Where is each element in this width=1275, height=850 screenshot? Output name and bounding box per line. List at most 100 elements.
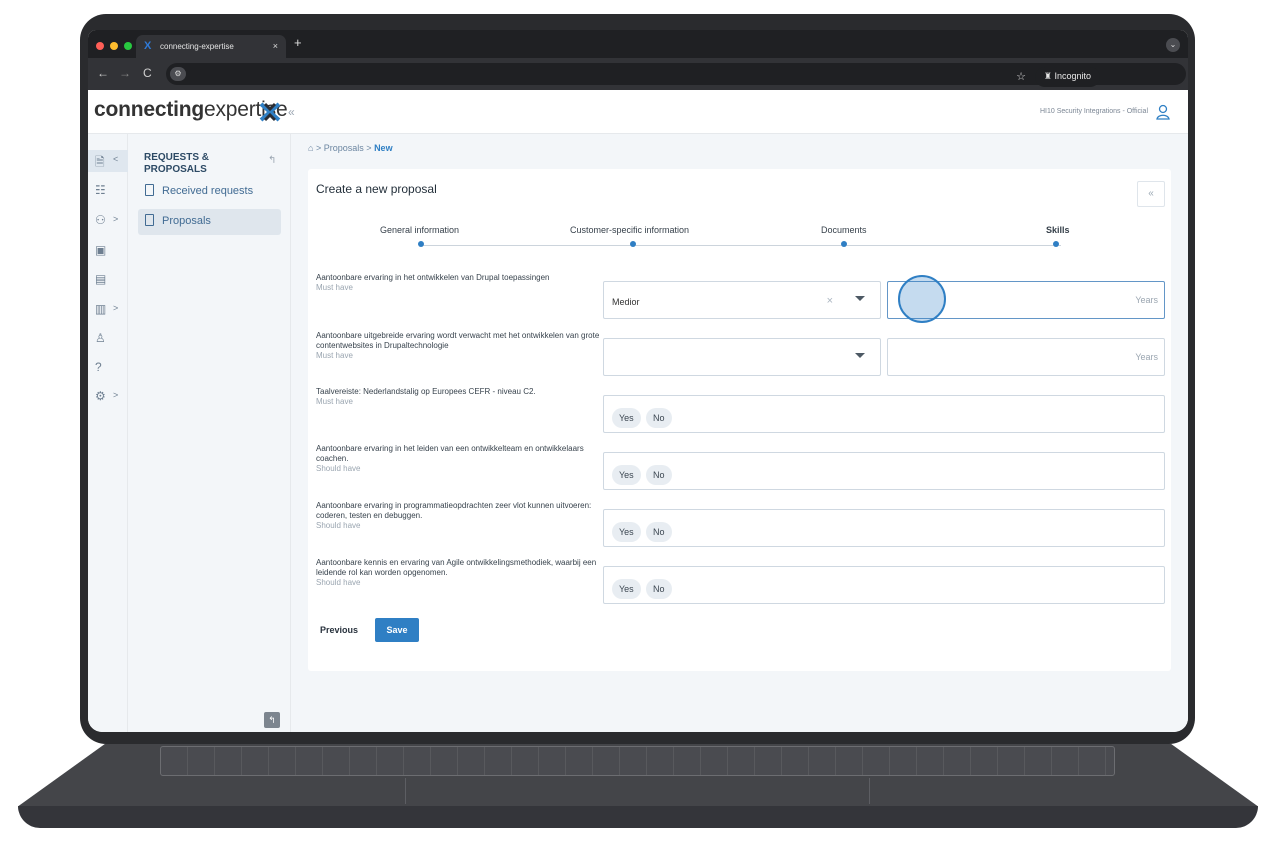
submenu-item-received-requests[interactable]: Received requests: [138, 179, 281, 205]
home-icon[interactable]: ⌂: [308, 143, 313, 153]
step-general-information[interactable]: General information: [380, 225, 459, 235]
step-dot: [418, 241, 424, 247]
submenu-back-icon[interactable]: ↰: [268, 155, 276, 166]
back-button[interactable]: ←: [97, 66, 109, 80]
document-icon: ▤: [95, 272, 107, 286]
yes-button[interactable]: Yes: [612, 465, 641, 485]
skill-question-2: Aantoonbare uitgebreide ervaring wordt v…: [316, 331, 603, 361]
page-title: Create a new proposal: [316, 182, 437, 196]
chevron-down-icon[interactable]: ⌄: [1166, 38, 1180, 52]
submenu-item-proposals[interactable]: Proposals: [138, 209, 281, 235]
close-tab-icon[interactable]: ×: [273, 41, 278, 51]
step-skills[interactable]: Skills: [1046, 225, 1070, 235]
trackpad: [405, 778, 870, 804]
click-indicator: [898, 275, 946, 323]
yes-no-answer: Yes No: [603, 509, 1165, 547]
zoom-window-button[interactable]: [124, 42, 132, 50]
bookmark-star-icon[interactable]: ☆: [1016, 70, 1026, 83]
rail-item-handshake[interactable]: ☷: [88, 180, 128, 202]
document-icon: [145, 214, 154, 226]
breadcrumb-proposals[interactable]: Proposals: [324, 143, 364, 153]
years-placeholder: Years: [1135, 295, 1158, 305]
question-text: Aantoonbare uitgebreide ervaring wordt v…: [316, 331, 600, 350]
user-icon[interactable]: [1156, 104, 1170, 120]
browser-tab-bar: X connecting-expertise × + ⌄: [88, 30, 1188, 58]
chevron-right-icon: >: [113, 390, 119, 400]
breadcrumb: ⌂ > Proposals > New: [308, 143, 393, 153]
skill-question-3: Taalvereiste: Nederlandstalig op Europee…: [316, 387, 603, 407]
rail-item-document[interactable]: ▤: [88, 269, 128, 291]
previous-button[interactable]: Previous: [320, 625, 358, 635]
incognito-indicator[interactable]: ♜ Incognito: [1034, 67, 1100, 87]
reload-button[interactable]: C: [143, 66, 152, 80]
settings-icon: ⚙: [95, 389, 106, 403]
main-navigation-rail: 🗎 < ☷ ⚇ > ▣ ▤ ▥ > ♙ ? ⚙ >: [88, 134, 128, 732]
requests-proposals-submenu: REQUESTS & PROPOSALS ↰ Received requests…: [128, 134, 291, 732]
rail-item-help[interactable]: ?: [88, 357, 128, 379]
skill-question-6: Aantoonbare kennis en ervaring van Agile…: [316, 558, 603, 588]
chevron-left-icon: <: [113, 154, 119, 164]
yes-button[interactable]: Yes: [612, 522, 641, 542]
address-bar[interactable]: ⚙ ☆ ♜ Incognito: [166, 63, 1186, 87]
yes-button[interactable]: Yes: [612, 408, 641, 428]
laptop-front-edge: [18, 806, 1258, 828]
rail-item-report[interactable]: ▥ >: [88, 299, 128, 321]
requirement-level: Must have: [316, 283, 353, 292]
rail-item-people[interactable]: ♙: [88, 328, 128, 350]
experience-level-select[interactable]: Medior ×: [603, 281, 881, 319]
question-text: Aantoonbare ervaring in het ontwikkelen …: [316, 273, 550, 282]
forward-button[interactable]: →: [119, 66, 131, 80]
yes-button[interactable]: Yes: [612, 579, 641, 599]
breadcrumb-separator: >: [366, 143, 372, 153]
report-icon: ▥: [95, 302, 107, 316]
question-text: Taalvereiste: Nederlandstalig op Europee…: [316, 387, 536, 396]
collapse-submenu-icon[interactable]: ↰: [264, 712, 280, 728]
close-window-button[interactable]: [96, 42, 104, 50]
progress-line: [421, 245, 1061, 246]
yes-no-answer: Yes No: [603, 566, 1165, 604]
minimize-window-button[interactable]: [110, 42, 118, 50]
skill-question-1: Aantoonbare ervaring in het ontwikkelen …: [316, 273, 603, 293]
no-button[interactable]: No: [646, 408, 672, 428]
no-button[interactable]: No: [646, 522, 672, 542]
step-dot: [630, 241, 636, 247]
submenu-item-label: Received requests: [162, 185, 254, 197]
selected-value: Medior: [612, 297, 640, 307]
clear-selection-icon[interactable]: ×: [827, 295, 833, 307]
logo-mark-icon: [259, 102, 281, 122]
skill-question-5: Aantoonbare ervaring in programmatieopdr…: [316, 501, 603, 531]
step-documents[interactable]: Documents: [821, 225, 867, 235]
rail-item-proposals[interactable]: 🗎 <: [88, 150, 128, 172]
keyboard: [160, 746, 1115, 776]
step-dot: [841, 241, 847, 247]
rail-item-folder[interactable]: ▣: [88, 240, 128, 262]
people-icon: ♙: [95, 331, 106, 345]
no-button[interactable]: No: [646, 579, 672, 599]
rail-item-settings[interactable]: ⚙ >: [88, 386, 128, 408]
collapse-sidebar-button[interactable]: «: [288, 105, 295, 119]
proposal-icon: 🗎: [95, 155, 105, 169]
rail-item-team[interactable]: ⚇ >: [88, 210, 128, 232]
browser-tab-connecting-expertise[interactable]: X connecting-expertise ×: [136, 35, 286, 58]
question-text: Aantoonbare ervaring in het leiden van e…: [316, 444, 584, 463]
yes-no-answer: Yes No: [603, 452, 1165, 490]
handshake-icon: ☷: [95, 183, 106, 197]
experience-level-select[interactable]: [603, 338, 881, 376]
years-input[interactable]: Years: [887, 275, 1165, 323]
save-button[interactable]: Save: [375, 618, 419, 642]
step-customer-specific-information[interactable]: Customer-specific information: [570, 225, 689, 235]
site-info-icon[interactable]: ⚙: [170, 67, 186, 81]
question-text: Aantoonbare ervaring in programmatieopdr…: [316, 501, 592, 520]
no-button[interactable]: No: [646, 465, 672, 485]
submenu-title: REQUESTS & PROPOSALS: [144, 152, 210, 175]
new-tab-button[interactable]: +: [294, 35, 302, 50]
incognito-icon: ♜: [1043, 71, 1052, 81]
collapse-panel-button[interactable]: «: [1137, 181, 1165, 207]
tenant-name[interactable]: HI10 Security Integrations - Official: [1040, 108, 1148, 115]
dropdown-arrow-icon[interactable]: [855, 296, 865, 301]
dropdown-arrow-icon[interactable]: [855, 353, 865, 358]
browser-window: X connecting-expertise × + ⌄ ← → C ⚙ ☆ ♜…: [88, 30, 1188, 732]
incognito-label: Incognito: [1054, 71, 1091, 81]
years-input[interactable]: Years: [887, 338, 1165, 376]
proposal-form-card: Create a new proposal « General informat…: [308, 169, 1171, 671]
